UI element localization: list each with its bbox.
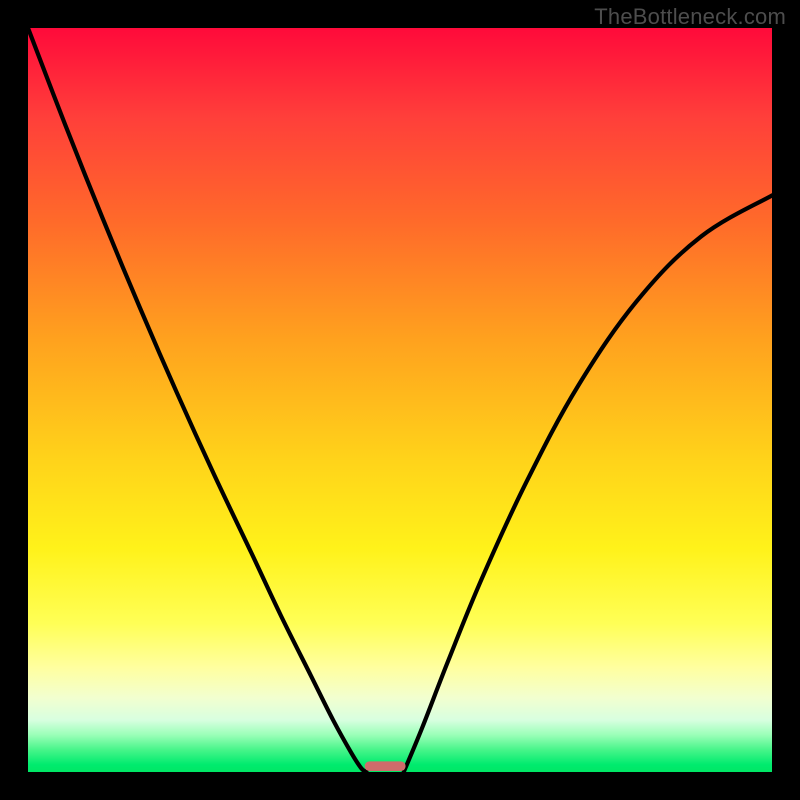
right-curve <box>404 195 772 772</box>
left-curve <box>28 28 367 772</box>
curves-layer <box>28 28 772 772</box>
attribution-text: TheBottleneck.com <box>594 4 786 30</box>
outer-frame: TheBottleneck.com <box>0 0 800 800</box>
plot-area <box>28 28 772 772</box>
bottom-marker <box>365 761 406 771</box>
